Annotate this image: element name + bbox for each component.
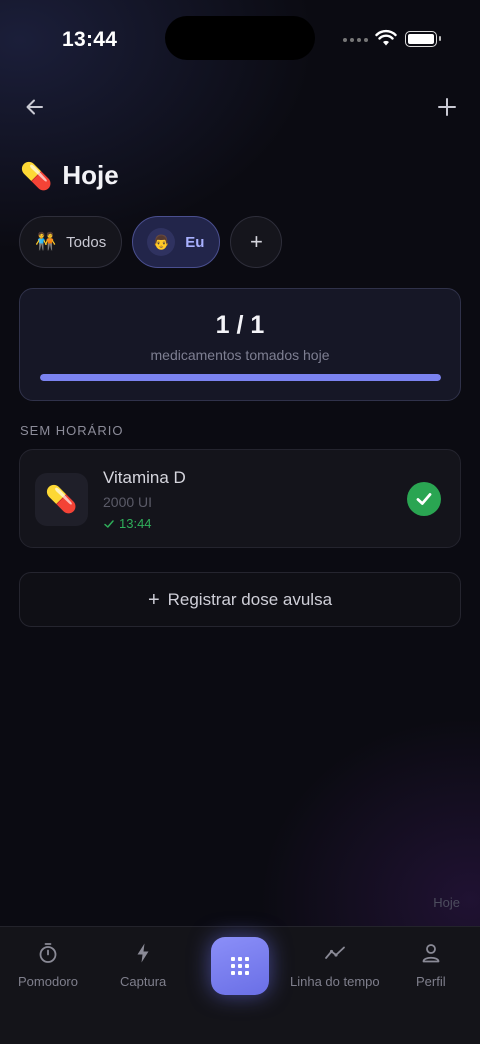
page-title-row: 💊 Hoje (20, 160, 119, 191)
today-label: Hoje (433, 895, 460, 910)
taken-time-text: 13:44 (119, 516, 152, 531)
tab-pomodoro[interactable]: Pomodoro (18, 941, 78, 989)
dynamic-island (165, 16, 315, 60)
add-profile-chip[interactable]: + (230, 216, 283, 268)
timeline-icon (324, 946, 345, 959)
back-button[interactable] (22, 94, 48, 120)
medication-taken-time: 13:44 (103, 516, 152, 531)
tab-perfil[interactable]: Perfil (416, 941, 446, 989)
tab-label: Perfil (416, 974, 446, 989)
tab-label: Pomodoro (18, 974, 78, 989)
tab-captura[interactable]: Captura (120, 941, 166, 989)
filter-chip-label: Eu (185, 233, 205, 251)
plus-icon: + (249, 229, 263, 254)
pill-icon: 💊 (35, 473, 88, 526)
lightning-icon (137, 943, 149, 963)
small-check-icon (104, 519, 114, 528)
profile-filter-chips: 🧑‍🤝‍🧑 Todos 👨 Eu + (19, 216, 283, 268)
progress-bar (40, 374, 441, 381)
medication-name: Vitamina D (103, 468, 186, 487)
register-dose-label: Registrar dose avulsa (167, 589, 333, 609)
cellular-signal-icon (343, 38, 368, 42)
progress-count: 1 / 1 (215, 311, 265, 339)
filter-chip-eu[interactable]: 👨 Eu (132, 216, 221, 268)
wifi-icon (375, 29, 397, 46)
plus-icon: + (147, 588, 160, 611)
arrow-left-icon (26, 99, 43, 115)
medication-card[interactable]: 💊 Vitamina D 2000 UI 13:44 (19, 449, 461, 548)
person-emoji-icon: 👨 (152, 233, 170, 250)
tab-label: Linha do tempo (290, 974, 380, 989)
tab-bar: Pomodoro Captura Linha do tempo Perfil (0, 926, 480, 1044)
section-heading: SEM HORÁRIO (20, 423, 124, 438)
check-icon (416, 493, 432, 505)
register-dose-button[interactable]: + Registrar dose avulsa (19, 572, 461, 627)
progress-card: 1 / 1 medicamentos tomados hoje (19, 288, 461, 401)
avatar: 👨 (147, 228, 176, 256)
medication-dose: 2000 UI (103, 494, 153, 510)
pill-emoji-icon: 💊 (20, 160, 53, 191)
plus-icon (438, 98, 456, 116)
taken-toggle-button[interactable] (407, 482, 441, 516)
filter-chip-label: Todos (66, 233, 107, 251)
people-emoji-icon: 🧑‍🤝‍🧑 (35, 232, 57, 251)
battery-icon (405, 31, 441, 47)
page-title: Hoje (62, 160, 119, 190)
apps-grid-button[interactable] (211, 937, 269, 995)
stopwatch-icon (39, 943, 57, 963)
status-bar: 13:44 (0, 0, 480, 80)
tab-label: Captura (120, 974, 167, 989)
progress-label: medicamentos tomados hoje (150, 347, 330, 363)
add-medication-button[interactable] (434, 94, 460, 120)
person-icon (422, 944, 440, 963)
filter-chip-todos[interactable]: 🧑‍🤝‍🧑 Todos (19, 216, 123, 268)
tab-linha-do-tempo[interactable]: Linha do tempo (290, 941, 380, 989)
status-time: 13:44 (62, 28, 118, 51)
grid-icon (231, 957, 249, 975)
progress-bar-fill (40, 374, 441, 381)
